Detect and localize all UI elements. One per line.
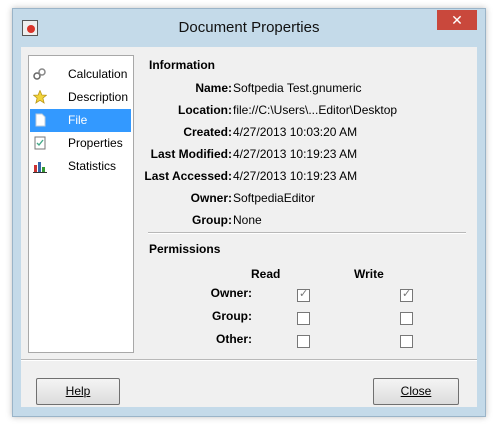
owner-value: SoftpediaEditor (233, 191, 316, 205)
help-button[interactable]: Help (36, 378, 120, 405)
owner-read-checkbox[interactable] (297, 287, 310, 302)
other-read-checkbox[interactable] (297, 335, 310, 348)
created-value: 4/27/2013 10:03:20 AM (233, 125, 358, 139)
help-button-label: Help (65, 384, 91, 398)
name-value: Softpedia Test.gnumeric (233, 81, 362, 95)
other-permission-label: Other: (216, 332, 252, 346)
dialog-client-area: Calculation Description File Properties … (21, 47, 477, 407)
last-modified-value: 4/27/2013 10:19:23 AM (233, 147, 358, 161)
group-permission-label: Group: (212, 309, 252, 323)
button-area-divider (21, 359, 477, 361)
sidebar-item-properties[interactable]: Properties (30, 132, 131, 155)
calculation-icon (33, 68, 46, 80)
location-label: Location: (178, 103, 232, 117)
owner-write-checkbox[interactable] (400, 287, 413, 302)
close-button[interactable]: Close (373, 378, 459, 405)
name-label: Name: (195, 81, 232, 95)
sidebar-item-label: Statistics (68, 159, 117, 173)
file-icon (35, 113, 46, 127)
sidebar-nav: Calculation Description File Properties … (28, 55, 134, 353)
permissions-heading: Permissions (149, 242, 221, 256)
other-write-checkbox[interactable] (400, 335, 413, 348)
title-bar[interactable]: Document Properties ✕ (13, 9, 485, 47)
sidebar-item-description[interactable]: Description (30, 86, 131, 109)
information-heading: Information (149, 58, 215, 72)
sidebar-item-label: Description (68, 90, 129, 104)
sidebar-item-label: File (68, 113, 88, 127)
properties-icon (34, 136, 46, 150)
location-value: file://C:\Users\...Editor\Desktop (233, 103, 398, 117)
group-read-checkbox[interactable] (297, 312, 310, 325)
created-label: Created: (183, 125, 232, 139)
sidebar-item-label: Properties (68, 136, 123, 150)
last-accessed-label: Last Accessed: (144, 169, 232, 183)
write-column-header: Write (354, 267, 384, 281)
sidebar-item-label: Calculation (68, 67, 128, 81)
last-modified-label: Last Modified: (150, 147, 232, 161)
close-button-label: Close (400, 384, 432, 398)
sidebar-item-calculation[interactable]: Calculation (30, 63, 131, 86)
group-value: None (233, 213, 262, 227)
section-divider (148, 232, 466, 234)
sidebar-item-statistics[interactable]: Statistics (30, 155, 131, 178)
read-column-header: Read (251, 267, 281, 281)
sidebar-item-file[interactable]: File (30, 109, 131, 132)
owner-label: Owner: (190, 191, 232, 205)
group-write-checkbox[interactable] (400, 312, 413, 325)
window-title: Document Properties (178, 19, 320, 36)
statistics-icon (33, 162, 47, 173)
group-label: Group: (192, 213, 232, 227)
document-properties-window: Document Properties ✕ Calculation Descri… (12, 8, 486, 417)
star-icon (33, 90, 47, 104)
last-accessed-value: 4/27/2013 10:19:23 AM (233, 169, 358, 183)
window-close-button[interactable]: ✕ (437, 10, 477, 30)
owner-permission-label: Owner: (210, 286, 252, 300)
